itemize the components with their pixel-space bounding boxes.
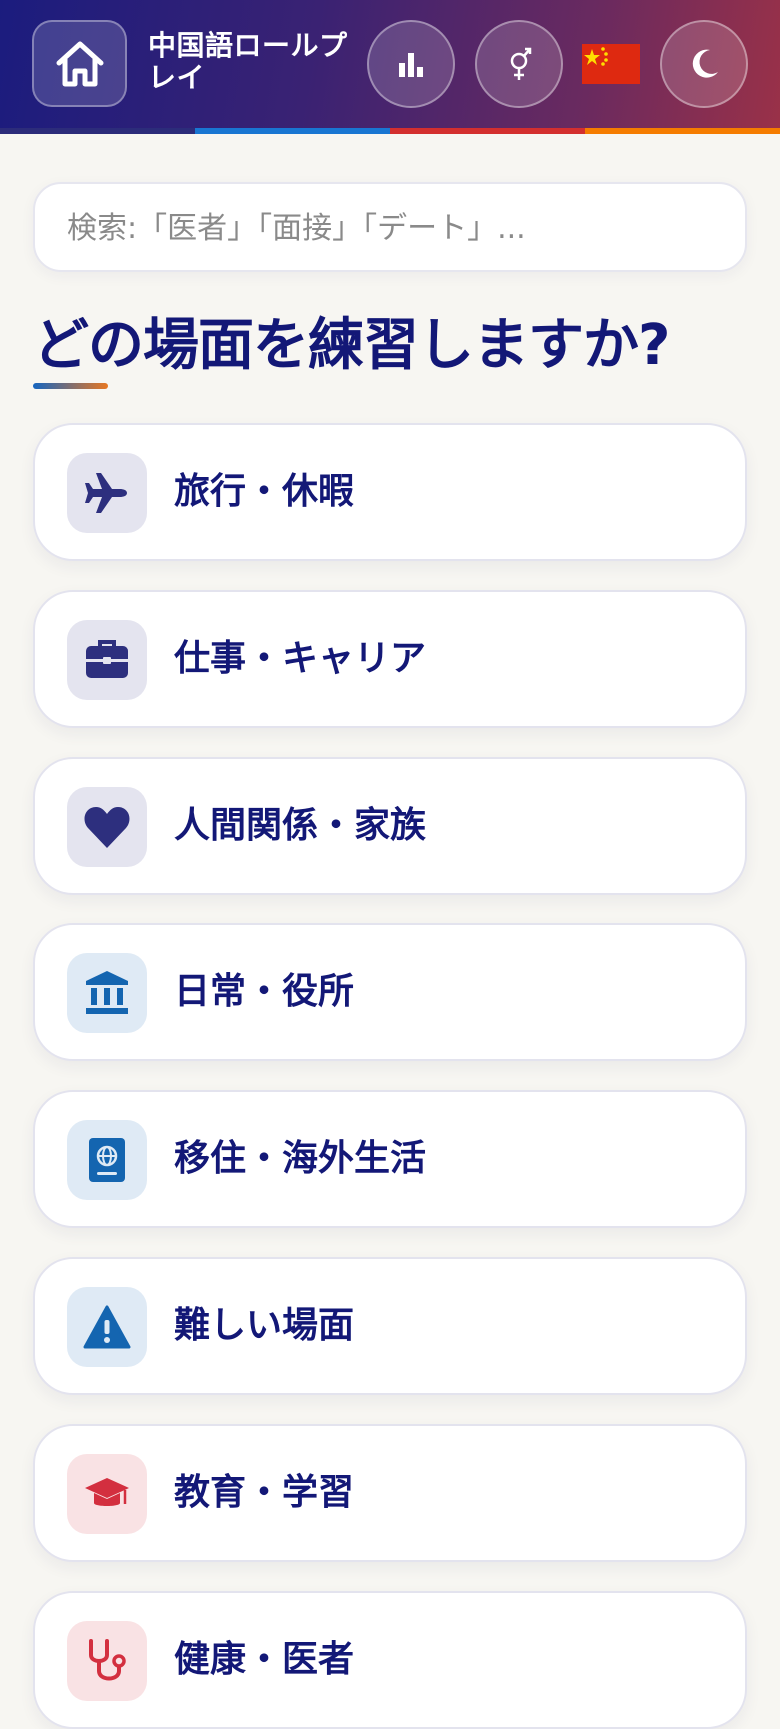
- gender-icon: [510, 47, 532, 80]
- category-work[interactable]: 仕事・キャリア: [33, 590, 747, 728]
- category-label: 健康・医者: [174, 1639, 355, 1680]
- category-label: 移住・海外生活: [174, 1138, 427, 1179]
- app-title: 中国語ロールプレイ: [148, 29, 348, 94]
- category-icon-tile: [67, 787, 147, 867]
- bar-chart-icon: [399, 53, 423, 77]
- airplane-icon: [85, 473, 127, 513]
- language-flag-button[interactable]: [582, 44, 640, 84]
- voice-gender-button[interactable]: [475, 20, 563, 108]
- page-title: どの場面を練習しますか?: [33, 313, 670, 378]
- category-travel[interactable]: 旅行・休暇: [33, 423, 747, 561]
- category-label: 仕事・キャリア: [174, 638, 427, 679]
- category-icon-tile: [67, 953, 147, 1033]
- search-box[interactable]: [33, 182, 747, 272]
- category-health[interactable]: 健康・医者: [33, 1591, 747, 1729]
- category-icon-tile: [67, 1621, 147, 1701]
- stethoscope-icon: [89, 1639, 126, 1681]
- category-label: 旅行・休暇: [174, 471, 355, 512]
- app-header: 中国語ロールプレイ: [0, 0, 780, 134]
- category-label: 教育・学習: [174, 1472, 355, 1513]
- home-button[interactable]: [32, 20, 127, 107]
- category-label: 難しい場面: [174, 1305, 355, 1346]
- category-label: 日常・役所: [174, 971, 355, 1012]
- home-icon: [56, 41, 103, 86]
- graduation-cap-icon: [85, 1478, 129, 1506]
- category-living-abroad[interactable]: 移住・海外生活: [33, 1090, 747, 1228]
- category-icon-tile: [67, 1287, 147, 1367]
- china-flag-icon: [582, 44, 640, 84]
- category-relationships[interactable]: 人間関係・家族: [33, 757, 747, 895]
- dark-mode-toggle[interactable]: [660, 20, 748, 108]
- heart-icon: [84, 807, 130, 848]
- category-education[interactable]: 教育・学習: [33, 1424, 747, 1562]
- category-daily-life[interactable]: 日常・役所: [33, 923, 747, 1061]
- stats-button[interactable]: [367, 20, 455, 108]
- search-input[interactable]: [65, 184, 709, 272]
- briefcase-icon: [86, 640, 128, 678]
- category-icon-tile: [67, 453, 147, 533]
- category-icon-tile: [67, 1120, 147, 1200]
- category-icon-tile: [67, 1454, 147, 1534]
- government-building-icon: [86, 971, 128, 1014]
- category-difficult-situations[interactable]: 難しい場面: [33, 1257, 747, 1395]
- warning-icon: [83, 1305, 131, 1349]
- passport-icon: [89, 1138, 125, 1182]
- header-accent-bar: [0, 128, 780, 134]
- category-icon-tile: [67, 620, 147, 700]
- title-underline: [33, 383, 108, 389]
- moon-icon: [692, 49, 718, 78]
- category-label: 人間関係・家族: [174, 805, 427, 846]
